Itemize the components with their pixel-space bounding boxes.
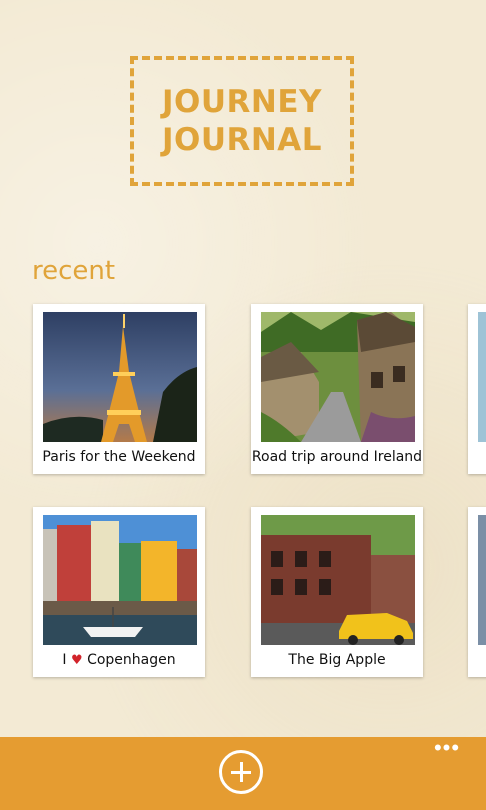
journal-card-partial[interactable]	[468, 507, 486, 677]
app-logo: JOURNEY JOURNAL	[130, 56, 354, 186]
logo-line-2: JOURNAL	[161, 122, 323, 158]
journal-card-new-york[interactable]: The Big Apple	[251, 507, 423, 677]
more-options-button[interactable]: •••	[432, 737, 462, 761]
journal-caption: I ♥ Copenhagen	[33, 647, 205, 673]
plus-circle-icon[interactable]	[219, 750, 263, 794]
journal-card-ireland[interactable]: Road trip around Ireland	[251, 304, 423, 474]
logo-line-1: JOURNEY	[162, 84, 322, 120]
partial-photo	[478, 515, 486, 645]
journal-caption: The Big Apple	[288, 652, 386, 668]
caption-suffix: Copenhagen	[87, 652, 176, 668]
caption-prefix: I	[62, 652, 67, 668]
journal-caption: Paris for the Weekend	[42, 449, 196, 465]
heart-icon: ♥	[70, 653, 83, 668]
village-street-photo	[261, 312, 415, 442]
journal-card-copenhagen[interactable]: I ♥ Copenhagen	[33, 507, 205, 677]
eiffel-tower-photo	[43, 312, 197, 442]
journal-caption: Road trip around Ireland	[251, 449, 423, 465]
recent-section-title: recent	[32, 256, 116, 286]
journal-card-paris[interactable]: Paris for the Weekend	[33, 304, 205, 474]
nyhavn-harbor-photo	[43, 515, 197, 645]
partial-photo	[478, 312, 486, 442]
journal-card-partial[interactable]	[468, 304, 486, 474]
new-york-taxi-photo	[261, 515, 415, 645]
app-bar: •••	[0, 737, 486, 810]
